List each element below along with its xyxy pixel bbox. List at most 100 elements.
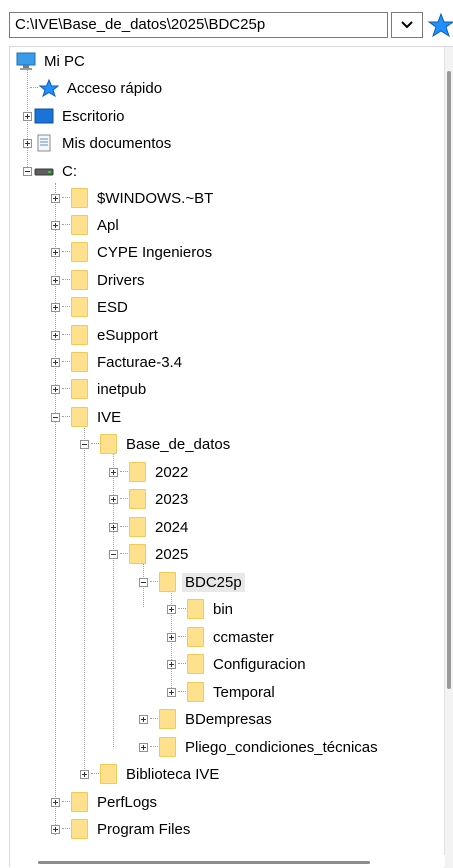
tree-connector	[62, 801, 70, 803]
tree-item-label: C:	[62, 162, 77, 180]
expand-toggle[interactable]	[109, 522, 118, 532]
tree-item-label: 2024	[155, 518, 189, 536]
expand-toggle[interactable]	[23, 111, 32, 121]
tree-item-label: Temporal	[213, 683, 275, 701]
expand-toggle[interactable]	[51, 384, 60, 394]
tree-connector	[62, 388, 70, 390]
expand-toggle[interactable]	[51, 797, 60, 807]
expand-toggle[interactable]	[51, 220, 60, 230]
expand-toggle[interactable]	[167, 687, 176, 697]
tree-item-folder[interactable]: 2022	[109, 459, 191, 485]
tree-item-folder[interactable]: IVE	[51, 404, 124, 430]
expand-toggle[interactable]	[139, 742, 148, 752]
tree-connector	[62, 251, 70, 253]
tree-item-label: bin	[213, 600, 234, 618]
tree-connector	[62, 306, 70, 308]
expand-toggle[interactable]	[80, 769, 89, 779]
tree-item-drive-c[interactable]: C:	[23, 158, 80, 184]
collapse-toggle[interactable]	[139, 577, 148, 587]
expand-toggle[interactable]	[51, 330, 60, 340]
tree-item-label: Configuracion	[213, 655, 306, 673]
tree-guide-line	[84, 419, 85, 771]
tree-item-label: eSupport	[97, 326, 158, 344]
folder-icon	[71, 270, 88, 290]
expand-toggle[interactable]	[23, 138, 32, 148]
tree-item-label: CYPE Ingenieros	[97, 243, 213, 261]
expand-toggle[interactable]	[109, 467, 118, 477]
horizontal-scrollbar[interactable]	[10, 855, 445, 867]
tree-item-folder[interactable]: PerfLogs	[51, 789, 160, 815]
folder-icon	[129, 489, 146, 509]
expand-toggle[interactable]	[167, 659, 176, 669]
desktop-icon	[34, 107, 54, 125]
expand-toggle[interactable]	[109, 494, 118, 504]
folder-icon	[71, 792, 88, 812]
path-dropdown-button[interactable]	[391, 12, 423, 38]
tree-item-folder[interactable]: Configuracion	[167, 651, 309, 677]
tree-item-label: Mis documentos	[62, 134, 172, 152]
expand-toggle[interactable]	[51, 247, 60, 257]
folder-icon	[100, 764, 117, 784]
expand-toggle[interactable]	[51, 193, 60, 203]
collapse-toggle[interactable]	[80, 439, 89, 449]
expand-toggle[interactable]	[51, 357, 60, 367]
tree-connector	[62, 334, 70, 336]
tree-item-folder[interactable]: 2023	[109, 486, 191, 512]
favorites-button[interactable]	[427, 12, 453, 38]
path-combobox[interactable]: C:\IVE\Base_de_datos\2025\BDC25p	[9, 12, 388, 38]
vertical-scrollbar-thumb[interactable]	[447, 71, 451, 689]
tree-item-folder[interactable]: $WINDOWS.~BT	[51, 185, 216, 211]
tree-item-folder[interactable]: Program Files	[51, 816, 193, 842]
tree-item-label: Escritorio	[62, 107, 125, 125]
horizontal-scrollbar-thumb[interactable]	[38, 861, 370, 864]
tree-item-acceso-rapido[interactable]: Acceso rápido	[30, 75, 165, 101]
tree-connector	[30, 87, 38, 89]
tree-item-folder[interactable]: Pliego_condiciones_técnicas	[139, 734, 381, 760]
vertical-scrollbar[interactable]	[444, 47, 453, 868]
tree-item-folder[interactable]: BDempresas	[139, 706, 275, 732]
path-text: C:\IVE\Base_de_datos\2025\BDC25p	[15, 16, 266, 33]
folder-icon	[129, 462, 146, 482]
tree-item-folder[interactable]: Drivers	[51, 267, 148, 293]
tree-item-folder[interactable]: eSupport	[51, 322, 161, 348]
tree-connector	[120, 498, 128, 500]
tree-item-folder[interactable]: inetpub	[51, 376, 149, 402]
tree-item-folder[interactable]: Base_de_datos	[80, 431, 233, 457]
tree-item-folder[interactable]: 2024	[109, 514, 191, 540]
tree-item-label: Drivers	[97, 271, 145, 289]
tree-item-mi-pc[interactable]: Mi PC	[16, 48, 88, 74]
folder-icon	[187, 599, 204, 619]
tree-connector	[178, 608, 186, 610]
tree-item-folder[interactable]: Temporal	[167, 679, 278, 705]
tree-item-mis-documentos[interactable]: Mis documentos	[23, 130, 174, 156]
folder-icon	[129, 517, 146, 537]
expand-toggle[interactable]	[167, 632, 176, 642]
tree-item-escritorio[interactable]: Escritorio	[23, 103, 128, 129]
tree-item-folder[interactable]: ESD	[51, 294, 131, 320]
tree-item-folder[interactable]: Facturae-3.4	[51, 349, 185, 375]
tree-item-folder[interactable]: bin	[167, 596, 236, 622]
expand-toggle[interactable]	[51, 824, 60, 834]
tree-connector	[178, 636, 186, 638]
collapse-toggle[interactable]	[109, 549, 118, 559]
tree-item-label: PerfLogs	[97, 793, 158, 811]
tree-item-folder-selected[interactable]: BDC25p	[139, 569, 245, 595]
tree-connector	[178, 691, 186, 693]
folder-icon	[187, 627, 204, 647]
expand-toggle[interactable]	[51, 302, 60, 312]
expand-toggle[interactable]	[139, 714, 148, 724]
tree-item-folder[interactable]: CYPE Ingenieros	[51, 239, 215, 265]
tree-item-folder[interactable]: Biblioteca IVE	[80, 761, 222, 787]
folder-icon	[100, 434, 117, 454]
expand-toggle[interactable]	[167, 604, 176, 614]
tree-connector	[120, 526, 128, 528]
expand-toggle[interactable]	[51, 275, 60, 285]
tree-item-folder[interactable]: Apl	[51, 212, 122, 238]
tree-item-folder[interactable]: 2025	[109, 541, 191, 567]
tree-item-folder[interactable]: ccmaster	[167, 624, 277, 650]
folder-tree[interactable]: Mi PC Acceso rápido Escritorio Mis docum…	[9, 46, 453, 868]
folder-icon	[71, 242, 88, 262]
collapse-toggle[interactable]	[51, 412, 60, 422]
collapse-toggle[interactable]	[23, 166, 32, 176]
tree-connector	[62, 361, 70, 363]
